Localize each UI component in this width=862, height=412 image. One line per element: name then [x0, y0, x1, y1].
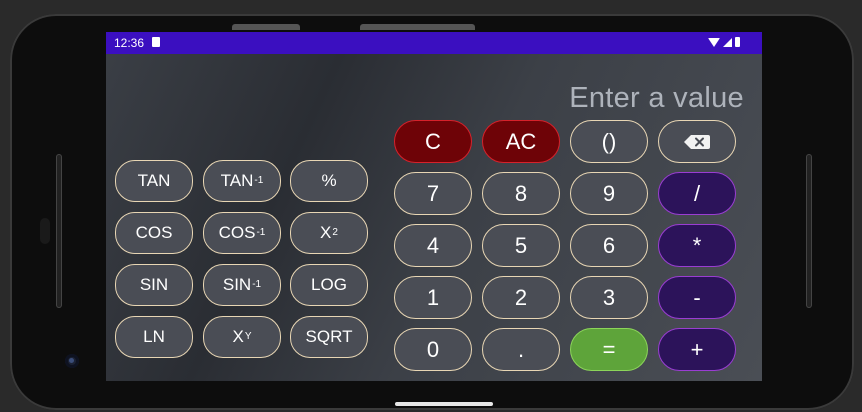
- power-button[interactable]: XY: [203, 316, 281, 358]
- backspace-button[interactable]: [658, 120, 736, 163]
- tan-button[interactable]: TAN: [115, 160, 193, 202]
- backspace-icon: [684, 134, 710, 149]
- sin-button[interactable]: SIN: [115, 264, 193, 306]
- digit-3-button[interactable]: 3: [570, 276, 648, 319]
- sd-card-icon: [152, 37, 160, 47]
- all-clear-button[interactable]: AC: [482, 120, 560, 163]
- digit-1-button[interactable]: 1: [394, 276, 472, 319]
- phone-top-button: [360, 24, 475, 30]
- divide-button[interactable]: /: [658, 172, 736, 215]
- multiply-button[interactable]: *: [658, 224, 736, 267]
- digit-0-button[interactable]: 0: [394, 328, 472, 371]
- sqrt-button[interactable]: SQRT: [290, 316, 368, 358]
- arctan-button[interactable]: TAN -1: [203, 160, 281, 202]
- percent-button[interactable]: %: [290, 160, 368, 202]
- digit-9-button[interactable]: 9: [570, 172, 648, 215]
- status-icons: [708, 37, 740, 47]
- digit-8-button[interactable]: 8: [482, 172, 560, 215]
- wifi-icon: [708, 37, 720, 47]
- arccos-button[interactable]: COS -1: [203, 212, 281, 254]
- decimal-button[interactable]: .: [482, 328, 560, 371]
- log-button[interactable]: LOG: [290, 264, 368, 306]
- arcsin-button[interactable]: SIN -1: [203, 264, 281, 306]
- app-screen: 12:36 Enter a value TAN TAN -1 % COS COS -…: [106, 32, 762, 381]
- home-gesture-bar[interactable]: [395, 402, 493, 406]
- clear-button[interactable]: C: [394, 120, 472, 163]
- digit-2-button[interactable]: 2: [482, 276, 560, 319]
- subtract-button[interactable]: -: [658, 276, 736, 319]
- equals-button[interactable]: =: [570, 328, 648, 371]
- sensor-slot: [40, 218, 50, 244]
- digit-7-button[interactable]: 7: [394, 172, 472, 215]
- square-button[interactable]: X2: [290, 212, 368, 254]
- status-time: 12:36: [114, 36, 145, 50]
- battery-icon: [735, 37, 740, 47]
- front-camera: [65, 354, 79, 368]
- parentheses-button[interactable]: (): [570, 120, 648, 163]
- signal-icon: [723, 37, 732, 47]
- value-display[interactable]: Enter a value: [569, 82, 744, 115]
- digit-4-button[interactable]: 4: [394, 224, 472, 267]
- ln-button[interactable]: LN: [115, 316, 193, 358]
- status-bar: 12:36: [106, 32, 762, 54]
- left-speaker-grille: [56, 154, 62, 308]
- digit-5-button[interactable]: 5: [482, 224, 560, 267]
- add-button[interactable]: +: [658, 328, 736, 371]
- right-speaker-grille: [806, 154, 812, 308]
- digit-6-button[interactable]: 6: [570, 224, 648, 267]
- cos-button[interactable]: COS: [115, 212, 193, 254]
- phone-top-button: [232, 24, 300, 30]
